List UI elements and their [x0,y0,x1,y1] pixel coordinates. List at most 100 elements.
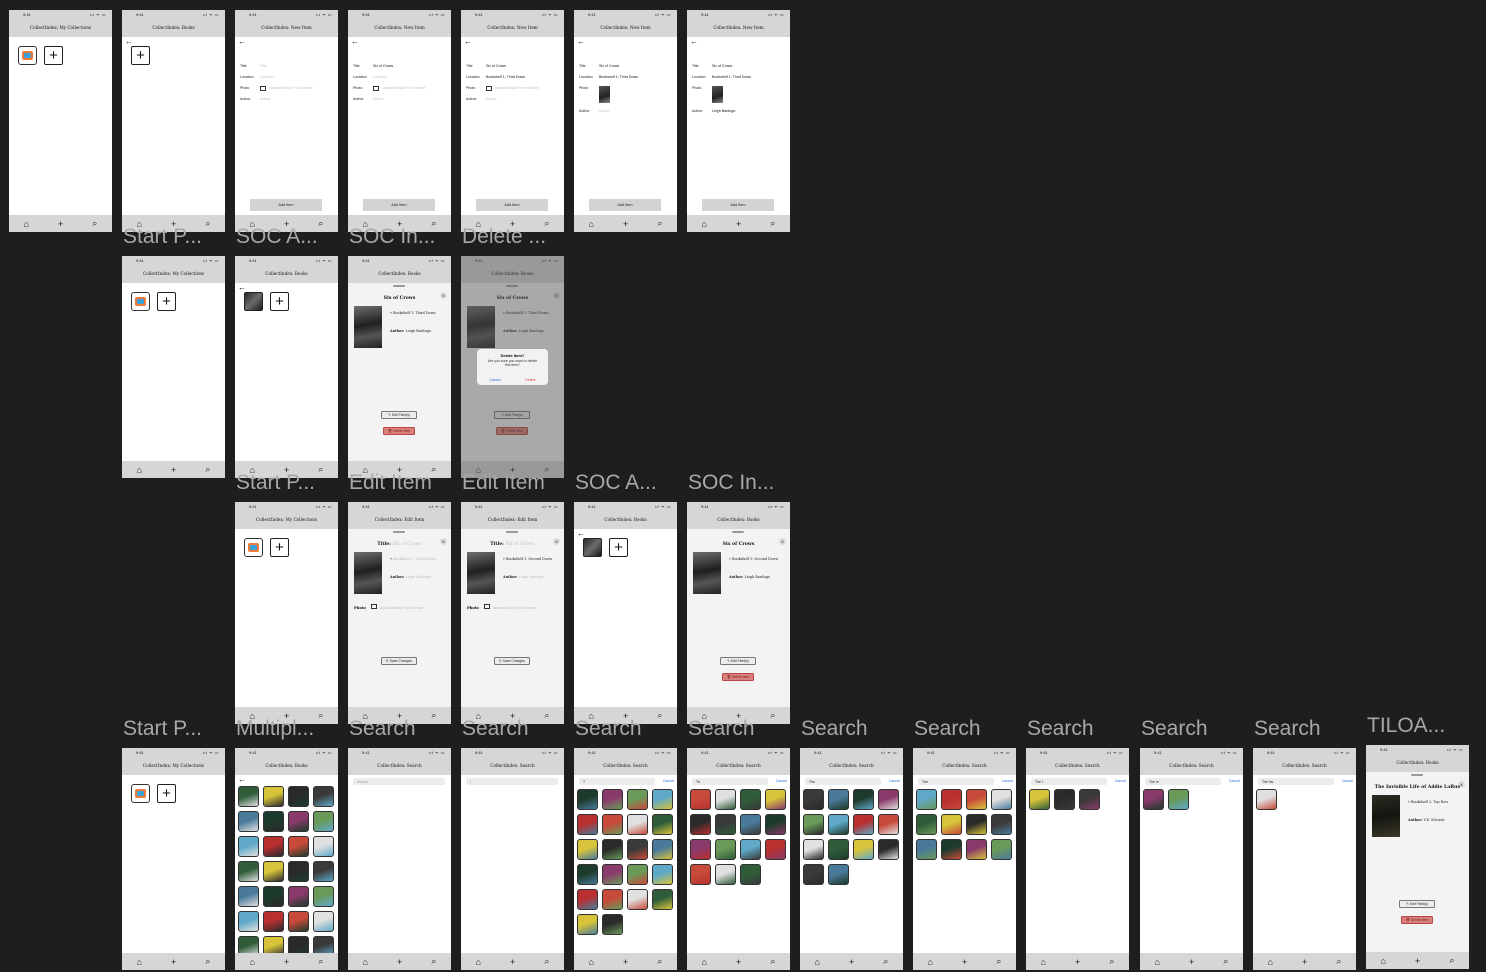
add-item-button[interactable]: + [270,292,289,311]
book-cover-tile[interactable] [1256,789,1277,810]
book-cover-tile[interactable] [966,814,987,835]
add-collection-button[interactable]: + [44,46,63,65]
location-field[interactable]: Location Bookshelf 1: Third Down [692,75,787,79]
save-changes-button[interactable]: ⎘ Save Changes [494,657,530,665]
book-cover-tile[interactable] [313,911,334,932]
add-icon[interactable]: + [623,219,628,229]
add-item-submit-button[interactable]: Add Item [589,199,661,211]
add-icon[interactable]: + [510,957,515,967]
delete-item-button[interactable]: 🗑 Delete Item [1401,916,1433,924]
search-input[interactable]: The I [1031,778,1107,785]
add-icon[interactable]: + [397,957,402,967]
book-cover-tile[interactable] [740,789,761,810]
book-cover-tile[interactable] [602,914,623,935]
home-icon[interactable]: ⌂ [363,957,368,967]
book-cover-tile[interactable] [627,864,648,885]
book-cover-tile[interactable] [577,839,598,860]
book-cover-tile[interactable] [740,864,761,885]
book-cover-tile[interactable] [602,864,623,885]
book-cover-tile[interactable] [853,814,874,835]
add-icon[interactable]: + [1075,957,1080,967]
search-input[interactable]: | [466,778,558,785]
book-cover-tile[interactable] [263,911,284,932]
book-cover-tile[interactable] [715,789,736,810]
edit-title-field[interactable]: Title: Six of Crows [461,542,564,547]
back-arrow-icon[interactable]: ← [351,38,359,46]
book-cover-tile[interactable] [627,814,648,835]
book-cover-tile[interactable] [740,839,761,860]
edit-title-field[interactable]: Title: Six of Crows [348,542,451,547]
book-cover-tile[interactable] [238,886,259,907]
add-icon[interactable]: + [1302,957,1307,967]
collection-books-icon[interactable] [131,784,150,803]
search-icon[interactable]: ⌕ [996,956,1001,967]
sheet-grabber[interactable] [393,531,405,533]
add-icon[interactable]: + [171,465,176,475]
home-icon[interactable]: ⌂ [702,219,707,229]
book-cover-tile[interactable] [803,839,824,860]
edit-photo-field[interactable]: Photo Upload Media From Device [467,604,536,610]
search-icon[interactable]: ⌕ [1223,956,1228,967]
book-cover-tile[interactable] [1168,789,1189,810]
search-icon[interactable]: ⌕ [770,956,775,967]
author-field[interactable]: Author Leigh Bardugo [692,109,787,113]
back-arrow-icon[interactable]: ← [577,38,585,46]
book-cover-tile[interactable] [853,789,874,810]
back-arrow-icon[interactable]: ← [238,284,246,292]
delete-item-button[interactable]: 🗑 Delete Item [383,427,415,435]
home-icon[interactable]: ⌂ [815,957,820,967]
photo-field[interactable]: Photo [579,86,674,103]
book-cover-tile[interactable] [313,811,334,832]
book-cover-tile[interactable] [263,836,284,857]
photo-field[interactable]: Photo Upload Media From Device [466,86,561,91]
book-cover-tile[interactable] [916,814,937,835]
book-cover-tile[interactable] [652,814,673,835]
collection-books-icon[interactable] [131,292,150,311]
add-item-button[interactable]: + [131,46,150,65]
add-item-submit-button[interactable]: Add Item [363,199,435,211]
edit-fields-button[interactable]: ✎ Edit Field(s) [720,657,756,665]
book-cover-tile[interactable] [1079,789,1100,810]
add-icon[interactable]: + [849,957,854,967]
edit-author-field[interactable]: Author: Leigh Bardugo [390,575,431,579]
edit-fields-button[interactable]: ✎ Edit Field(s) [1399,900,1435,908]
back-arrow-icon[interactable]: ← [464,38,472,46]
home-icon[interactable]: ⌂ [1041,957,1046,967]
book-cover-tile[interactable] [263,786,284,807]
search-icon[interactable]: ⌕ [883,956,888,967]
search-cancel-button[interactable]: Cancel [1002,779,1013,783]
book-cover-tile[interactable] [313,786,334,807]
search-icon[interactable]: ⌕ [1449,955,1454,966]
add-icon[interactable]: + [58,219,63,229]
home-icon[interactable]: ⌂ [589,219,594,229]
book-cover-tile[interactable] [313,886,334,907]
title-field[interactable]: Title Six of Crows [353,64,448,68]
sheet-grabber[interactable] [393,285,405,287]
book-cover-tile[interactable] [627,789,648,810]
book-cover-tile[interactable] [916,839,937,860]
book-cover-tile[interactable] [690,814,711,835]
add-icon[interactable]: + [623,957,628,967]
book-cover-tile[interactable] [715,864,736,885]
edit-fields-button[interactable]: ✎ Edit Field(s) [381,411,417,419]
book-cover-tile[interactable] [690,839,711,860]
book-cover-tile[interactable] [238,786,259,807]
book-cover-tile[interactable] [577,789,598,810]
book-cover-tile[interactable] [288,886,309,907]
search-icon[interactable]: ⌕ [431,956,436,967]
book-cover-tile[interactable] [966,789,987,810]
book-cover-tile[interactable] [1143,789,1164,810]
book-cover-tile[interactable] [288,836,309,857]
add-icon[interactable]: + [1415,956,1420,966]
search-icon[interactable]: ⌕ [1109,956,1114,967]
book-cover-tile[interactable] [991,789,1012,810]
delete-item-button[interactable]: 🗑 Delete Item [722,673,754,681]
edit-author-field[interactable]: Author: Leigh Bardugo [503,575,544,579]
add-collection-button[interactable]: + [157,784,176,803]
collection-books-icon[interactable] [244,538,263,557]
book-cover-tile[interactable] [602,889,623,910]
add-icon[interactable]: + [736,957,741,967]
back-arrow-icon[interactable]: ← [577,530,585,538]
book-cover-tile[interactable] [652,889,673,910]
book-cover-tile[interactable] [690,864,711,885]
